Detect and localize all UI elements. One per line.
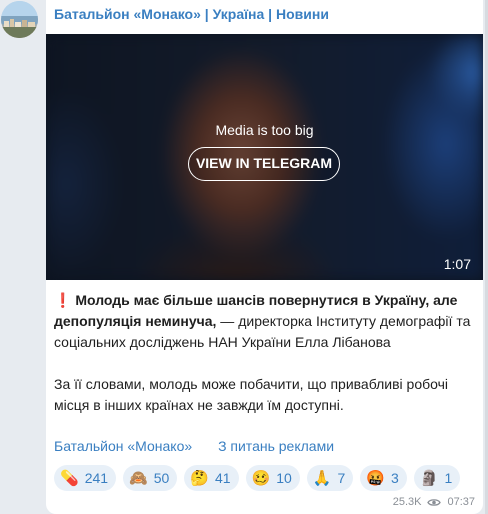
moai-icon: 🗿 xyxy=(419,469,439,487)
pill-icon: 💊 xyxy=(60,469,79,487)
post-paragraph-1: ❗️ Молодь має більше шансів повернутися … xyxy=(54,290,474,353)
reaction-count: 10 xyxy=(276,470,292,486)
post-time: 07:37 xyxy=(447,496,475,508)
reaction-count: 41 xyxy=(215,470,231,486)
media-too-big-note: Media is too big xyxy=(215,122,314,138)
footer-links: Батальйон «Монако» З питань реклами xyxy=(54,438,356,454)
channel-link[interactable]: Батальйон «Монако» xyxy=(54,438,192,454)
post-text: ❗️ Молодь має більше шансів повернутися … xyxy=(54,290,474,416)
reaction-pray[interactable]: 🙏 7 xyxy=(306,465,354,491)
reaction-count: 241 xyxy=(84,470,109,486)
post-paragraph-2: За її словами, молодь може побачити, що … xyxy=(54,376,449,413)
reaction-count: 50 xyxy=(153,470,170,486)
reaction-thinking[interactable]: 🤔 41 xyxy=(184,465,239,491)
folded-hands-icon: 🙏 xyxy=(312,469,332,487)
reaction-count: 7 xyxy=(337,470,346,486)
channel-name[interactable]: Батальйон «Монако» | Україна | Новини xyxy=(54,6,329,22)
thinking-face-icon: 🤔 xyxy=(190,469,209,487)
view-in-telegram-button[interactable]: VIEW IN TELEGRAM xyxy=(188,147,340,181)
reaction-woozy[interactable]: 🥴 10 xyxy=(245,465,300,491)
eye-icon xyxy=(427,498,442,507)
reaction-moai[interactable]: 🗿 1 xyxy=(413,465,461,491)
video-duration: 1:07 xyxy=(443,256,471,272)
reaction-angry[interactable]: 🤬 3 xyxy=(360,465,407,491)
exclamation-icon: ❗️ xyxy=(54,292,72,308)
reaction-pill[interactable]: 💊 241 xyxy=(54,465,117,491)
view-count: 25.3K xyxy=(392,496,422,508)
ads-link[interactable]: З питань реклами xyxy=(218,438,334,454)
video-preview[interactable]: Media is too big VIEW IN TELEGRAM 1:07 xyxy=(46,34,483,280)
reaction-count: 3 xyxy=(391,470,399,486)
monkey-icon: 🙈 xyxy=(129,469,148,487)
channel-avatar[interactable] xyxy=(1,1,38,38)
woozy-face-icon: 🥴 xyxy=(251,469,271,487)
reaction-count: 1 xyxy=(444,470,453,486)
coastal-city-image-icon xyxy=(1,1,38,38)
reactions-bar: 💊 241 🙈 50 🤔 41 🥴 10 🙏 7 🤬 3 🗿 1 xyxy=(54,465,461,491)
angry-face-icon: 🤬 xyxy=(366,469,386,487)
reaction-monkey[interactable]: 🙈 50 xyxy=(123,465,178,491)
message-meta: 25.3K 07:37 xyxy=(393,496,475,508)
message-card: Батальйон «Монако» | Україна | Новини Me… xyxy=(46,0,483,514)
